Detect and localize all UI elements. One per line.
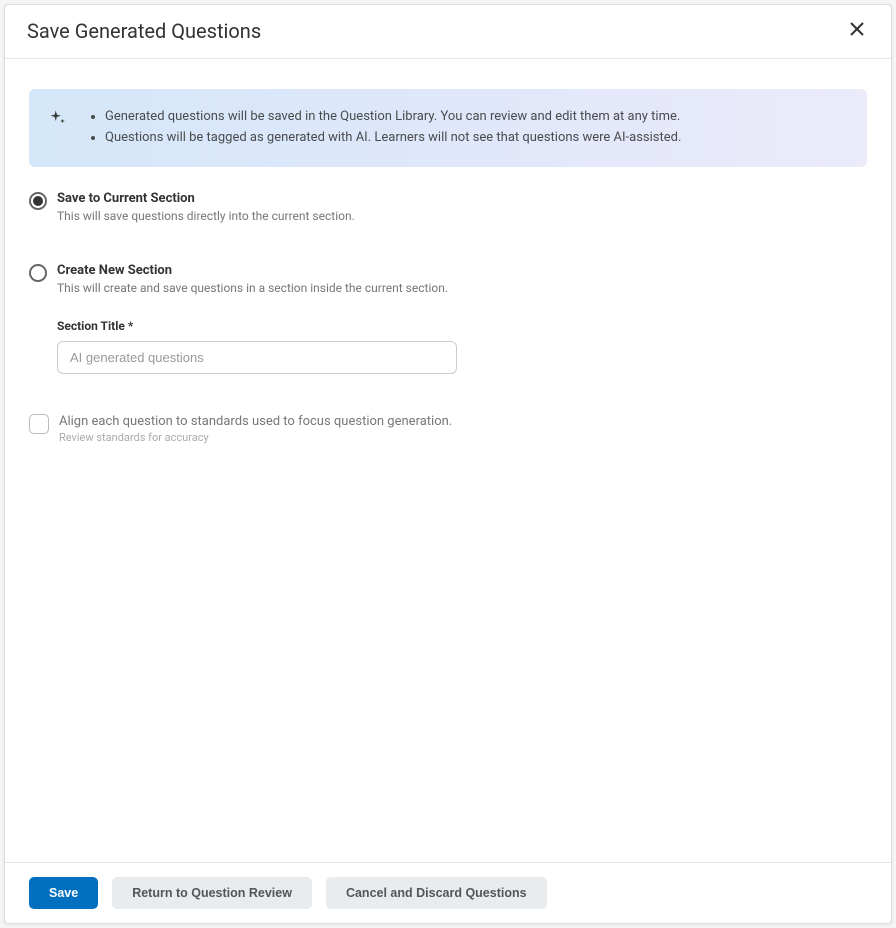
create-new-radio[interactable] xyxy=(29,264,47,282)
section-title-input[interactable] xyxy=(57,341,457,374)
save-button[interactable]: Save xyxy=(29,877,98,909)
align-standards-label: Align each question to standards used to… xyxy=(59,414,867,429)
modal-footer: Save Return to Question Review Cancel an… xyxy=(5,862,891,923)
create-new-desc: This will create and save questions in a… xyxy=(57,281,867,295)
align-standards-content: Align each question to standards used to… xyxy=(59,414,867,444)
save-current-option: Save to Current Section This will save q… xyxy=(29,191,867,223)
create-new-option: Create New Section This will create and … xyxy=(29,263,867,374)
close-button[interactable] xyxy=(845,17,869,44)
modal-header: Save Generated Questions xyxy=(5,5,891,59)
close-icon xyxy=(849,21,865,40)
align-standards-checkbox[interactable] xyxy=(29,414,49,434)
cancel-button[interactable]: Cancel and Discard Questions xyxy=(326,877,547,909)
sparkle-icon xyxy=(49,109,67,131)
section-title-group: Section Title * xyxy=(57,319,867,374)
ai-info-banner: Generated questions will be saved in the… xyxy=(29,89,867,167)
modal-title: Save Generated Questions xyxy=(27,19,261,43)
info-item: Questions will be tagged as generated wi… xyxy=(105,128,681,149)
save-current-desc: This will save questions directly into t… xyxy=(57,209,867,223)
info-list: Generated questions will be saved in the… xyxy=(87,107,681,149)
save-questions-modal: Save Generated Questions xyxy=(4,4,892,924)
create-new-label: Create New Section xyxy=(57,263,867,278)
align-standards-desc: Review standards for accuracy xyxy=(59,431,867,444)
save-current-radio[interactable] xyxy=(29,192,47,210)
modal-overlay: Save Generated Questions xyxy=(0,0,896,928)
align-standards-row: Align each question to standards used to… xyxy=(29,414,867,444)
save-current-content: Save to Current Section This will save q… xyxy=(57,191,867,223)
section-title-label: Section Title * xyxy=(57,319,867,333)
save-current-label: Save to Current Section xyxy=(57,191,867,206)
return-button[interactable]: Return to Question Review xyxy=(112,877,312,909)
info-item: Generated questions will be saved in the… xyxy=(105,107,681,128)
modal-body: Generated questions will be saved in the… xyxy=(5,59,891,862)
create-new-content: Create New Section This will create and … xyxy=(57,263,867,295)
